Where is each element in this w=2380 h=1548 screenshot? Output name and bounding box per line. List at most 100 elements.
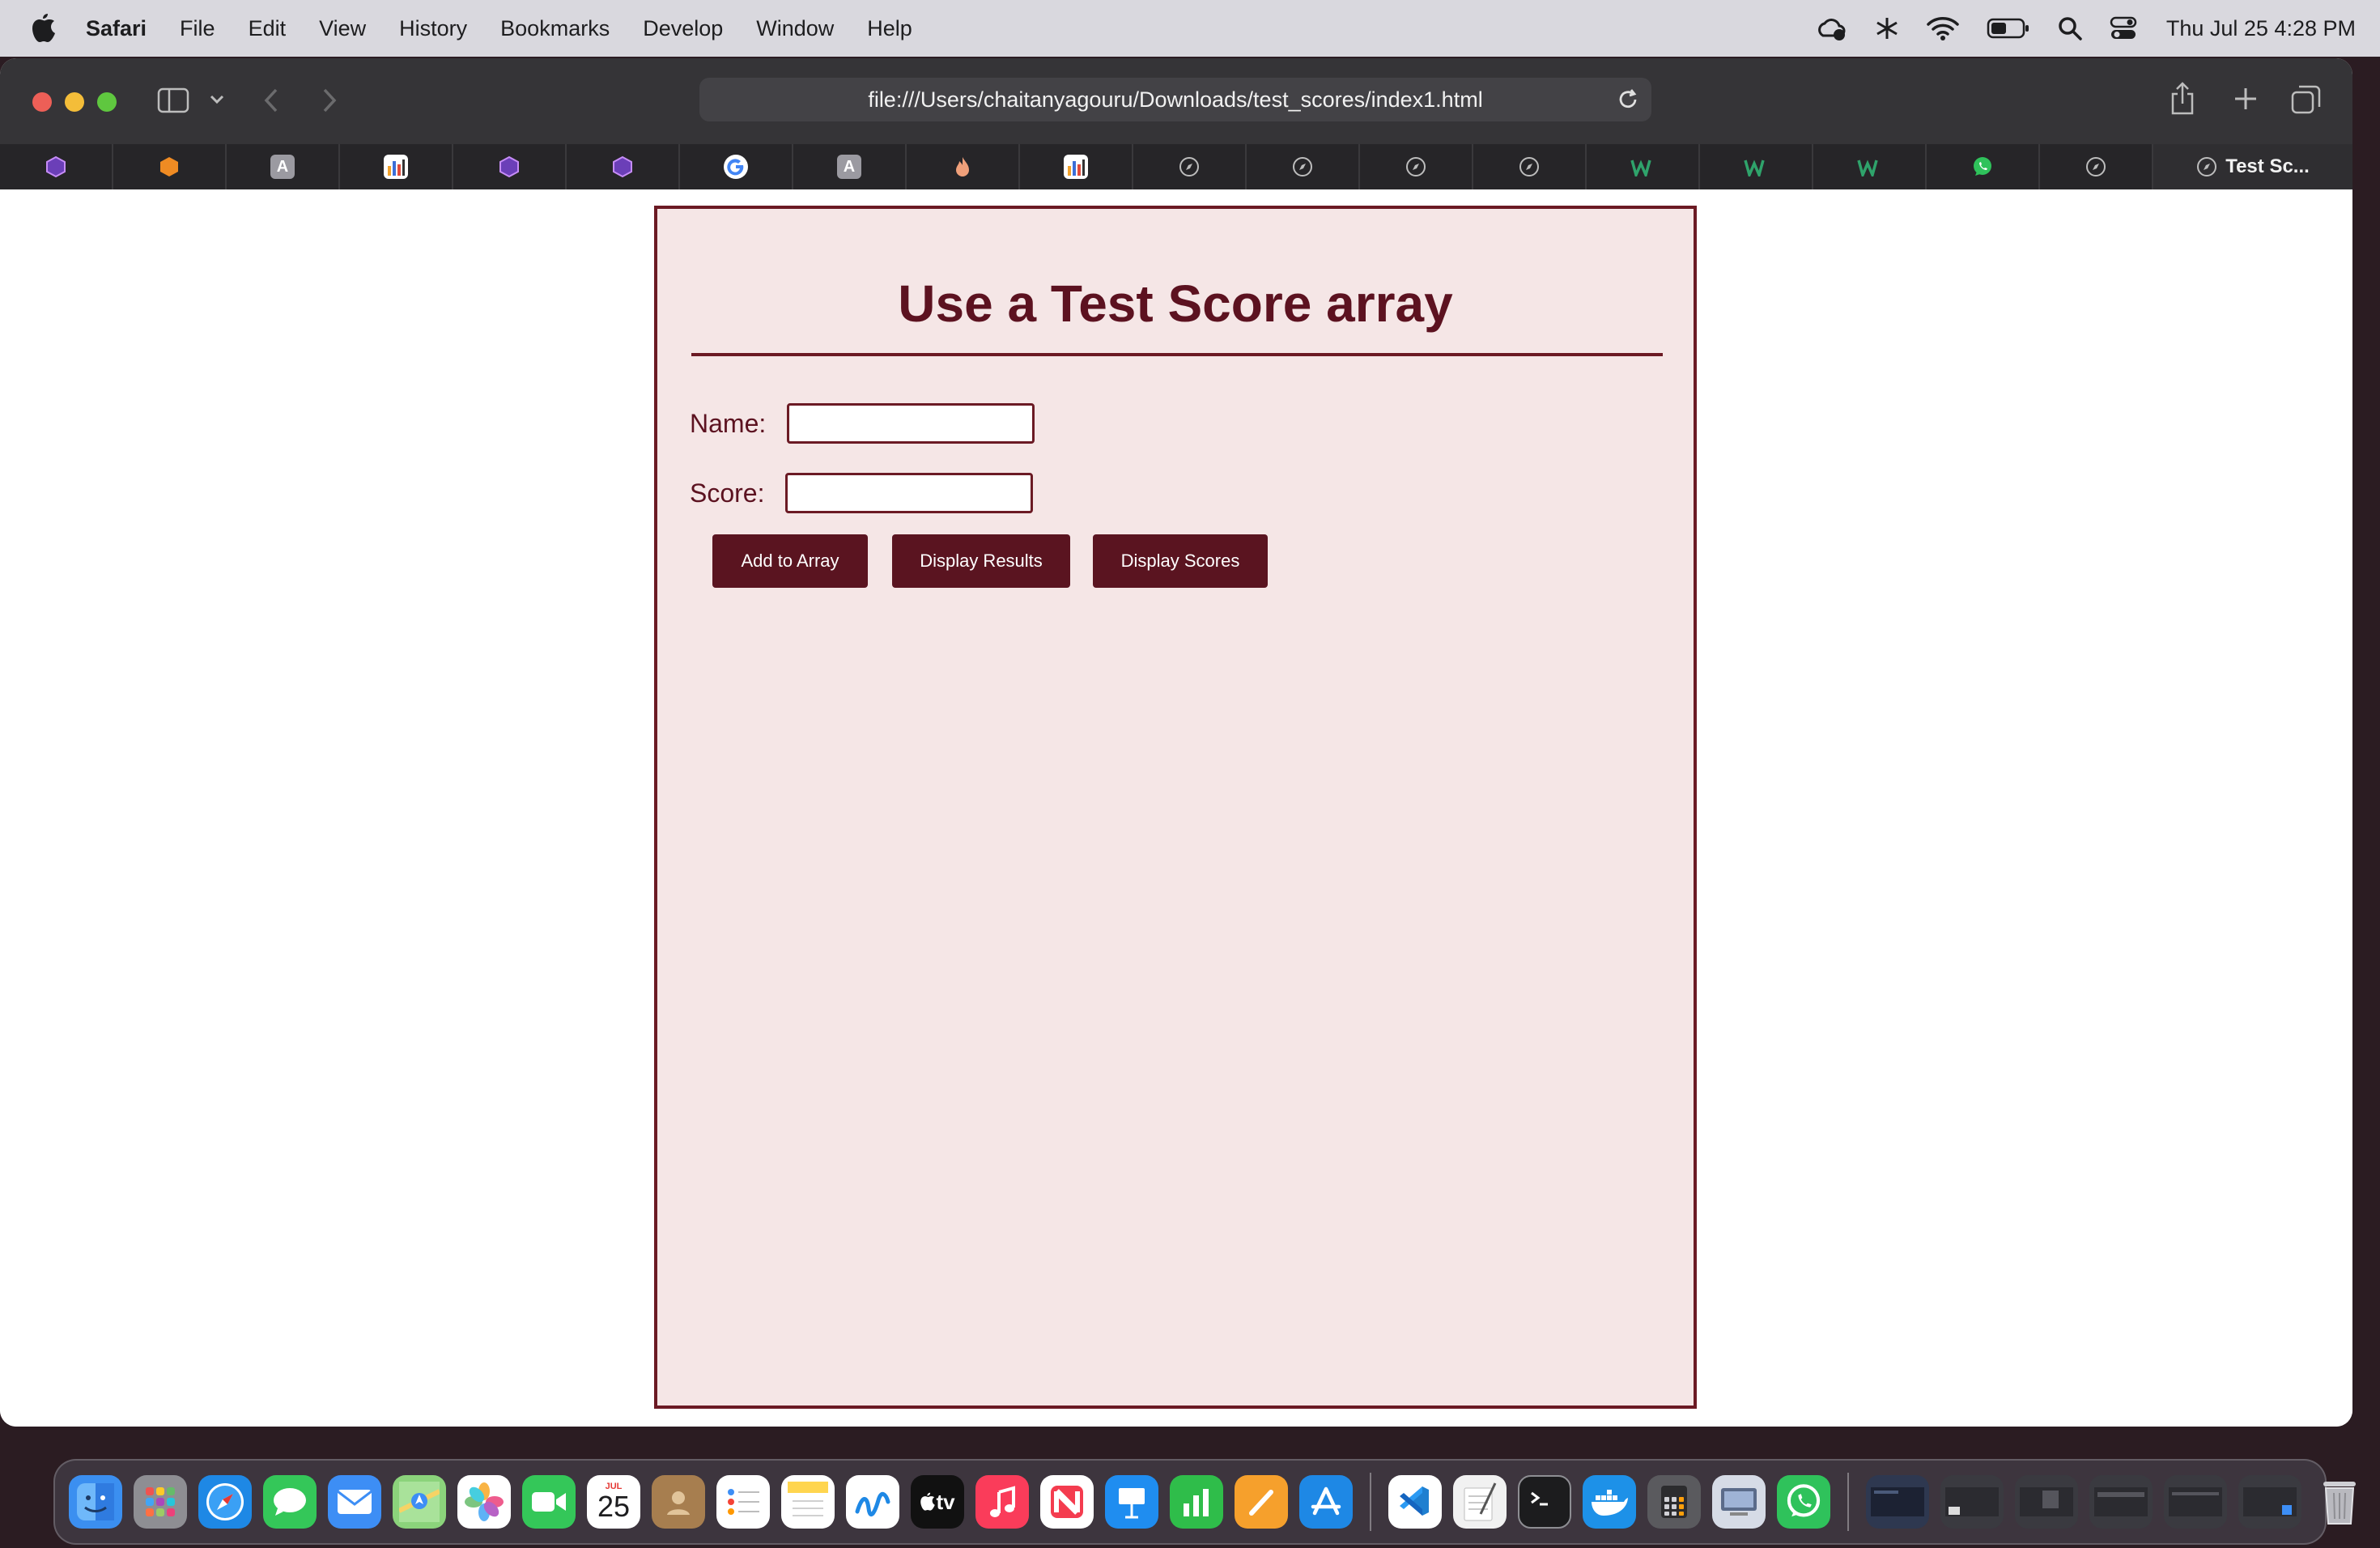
tab-cube-app-2[interactable] (453, 144, 567, 189)
textedit-icon[interactable] (1453, 1475, 1507, 1529)
spotlight-search-icon[interactable] (2058, 16, 2082, 40)
news-icon[interactable] (1040, 1475, 1094, 1529)
maps-icon[interactable] (393, 1475, 446, 1529)
close-window-button[interactable] (32, 92, 52, 112)
tab-google[interactable] (680, 144, 793, 189)
tab-compass-5[interactable] (2040, 144, 2153, 189)
messages-icon[interactable] (263, 1475, 317, 1529)
letter-a-favicon-icon: A (837, 155, 861, 179)
display-results-button[interactable]: Display Results (892, 534, 1070, 588)
launchpad-icon[interactable] (134, 1475, 187, 1529)
tab-cube-app[interactable] (0, 144, 113, 189)
menu-file[interactable]: File (180, 16, 215, 41)
tab-group-chevron-down-icon[interactable] (209, 94, 225, 109)
tab-flame[interactable] (907, 144, 1020, 189)
w3-favicon-icon (1744, 155, 1768, 179)
tab-active-test-scores[interactable]: Test Sc... (2153, 144, 2352, 189)
tab-compass-1[interactable] (1133, 144, 1247, 189)
dock: JUL 25 tv (53, 1459, 2356, 1545)
weather-icon[interactable] (1815, 15, 1847, 42)
google-favicon-icon (724, 155, 748, 179)
tab-w3-2[interactable] (1700, 144, 1813, 189)
facetime-icon[interactable] (522, 1475, 576, 1529)
score-input[interactable] (785, 473, 1033, 513)
menu-bookmarks[interactable]: Bookmarks (500, 16, 610, 41)
menu-window[interactable]: Window (756, 16, 834, 41)
minimized-window-thumbnail[interactable] (1940, 1475, 2004, 1529)
tab-a-letter-2[interactable]: A (793, 144, 907, 189)
display-scores-button[interactable]: Display Scores (1093, 534, 1268, 588)
w3-favicon-icon (1630, 155, 1655, 179)
terminal-icon[interactable] (1518, 1475, 1571, 1529)
vscode-icon[interactable] (1388, 1475, 1442, 1529)
address-bar[interactable]: file:///Users/chaitanyagouru/Downloads/t… (699, 78, 1651, 121)
apple-tv-icon[interactable]: tv (911, 1475, 964, 1529)
calendar-icon[interactable]: JUL 25 (587, 1475, 640, 1529)
tab-compass-2[interactable] (1247, 144, 1360, 189)
tab-compass-3[interactable] (1360, 144, 1473, 189)
menu-help[interactable]: Help (867, 16, 912, 41)
tab-chart-app[interactable] (340, 144, 453, 189)
apple-menu-icon[interactable] (31, 12, 58, 45)
finder-icon[interactable] (69, 1475, 122, 1529)
mail-icon[interactable] (328, 1475, 381, 1529)
reminders-icon[interactable] (716, 1475, 770, 1529)
tab-overview-icon[interactable] (2291, 84, 2322, 119)
web-page-content: Use a Test Score array Name: Score: Add … (0, 189, 2352, 1427)
minimized-window-thumbnail[interactable] (2238, 1475, 2301, 1529)
add-to-array-button[interactable]: Add to Array (712, 534, 868, 588)
keynote-icon[interactable] (1105, 1475, 1158, 1529)
wifi-icon[interactable] (1927, 16, 1959, 40)
tab-chart-app-2[interactable] (1020, 144, 1133, 189)
system-info-icon[interactable] (1712, 1475, 1766, 1529)
address-url[interactable]: file:///Users/chaitanyagouru/Downloads/t… (868, 87, 1482, 113)
minimized-window-thumbnail[interactable] (1866, 1475, 1929, 1529)
name-input[interactable] (787, 403, 1035, 444)
pages-icon[interactable] (1235, 1475, 1288, 1529)
minimized-window-thumbnail[interactable] (2015, 1475, 2078, 1529)
calculator-icon[interactable] (1647, 1475, 1701, 1529)
menu-history[interactable]: History (399, 16, 467, 41)
cube-favicon-icon (497, 155, 521, 179)
notes-icon[interactable] (781, 1475, 835, 1529)
freeform-icon[interactable] (846, 1475, 899, 1529)
minimize-window-button[interactable] (65, 92, 84, 112)
sidebar-toggle-icon[interactable] (157, 87, 189, 117)
tab-orange-box[interactable] (113, 144, 227, 189)
contacts-icon[interactable] (652, 1475, 705, 1529)
tab-w3-3[interactable] (1813, 144, 1927, 189)
menu-app-name[interactable]: Safari (86, 16, 147, 41)
minimized-window-thumbnail[interactable] (2164, 1475, 2227, 1529)
numbers-icon[interactable] (1170, 1475, 1223, 1529)
tab-a-letter[interactable]: A (227, 144, 340, 189)
w3-favicon-icon (1857, 155, 1881, 179)
menu-clock[interactable]: Thu Jul 25 4:28 PM (2166, 16, 2356, 41)
zoom-window-button[interactable] (97, 92, 117, 112)
snowflake-icon[interactable] (1875, 16, 1899, 40)
dock-separator (1847, 1473, 1849, 1531)
music-icon[interactable] (975, 1475, 1029, 1529)
minimized-window-thumbnail[interactable] (2089, 1475, 2153, 1529)
forward-chevron-icon[interactable] (321, 87, 338, 117)
menu-edit[interactable]: Edit (249, 16, 287, 41)
app-store-icon[interactable] (1299, 1475, 1353, 1529)
tab-bar: A A Test Sc... (0, 144, 2352, 189)
tab-whatsapp[interactable] (1927, 144, 2040, 189)
menu-develop[interactable]: Develop (643, 16, 723, 41)
battery-icon[interactable] (1987, 18, 2030, 39)
menu-view[interactable]: View (319, 16, 366, 41)
menu-bar: Safari File Edit View History Bookmarks … (0, 0, 2380, 57)
back-chevron-icon[interactable] (262, 87, 280, 117)
reload-icon[interactable] (1616, 87, 1640, 117)
share-icon[interactable] (2170, 81, 2195, 119)
photos-icon[interactable] (457, 1475, 511, 1529)
tab-cube-app-3[interactable] (567, 144, 680, 189)
control-center-icon[interactable] (2110, 16, 2137, 40)
safari-icon[interactable] (198, 1475, 252, 1529)
new-tab-plus-icon[interactable] (2233, 86, 2259, 116)
trash-icon[interactable] (2313, 1475, 2366, 1529)
docker-icon[interactable] (1583, 1475, 1636, 1529)
tab-compass-4[interactable] (1473, 144, 1587, 189)
tab-w3-1[interactable] (1587, 144, 1700, 189)
whatsapp-icon[interactable] (1777, 1475, 1830, 1529)
